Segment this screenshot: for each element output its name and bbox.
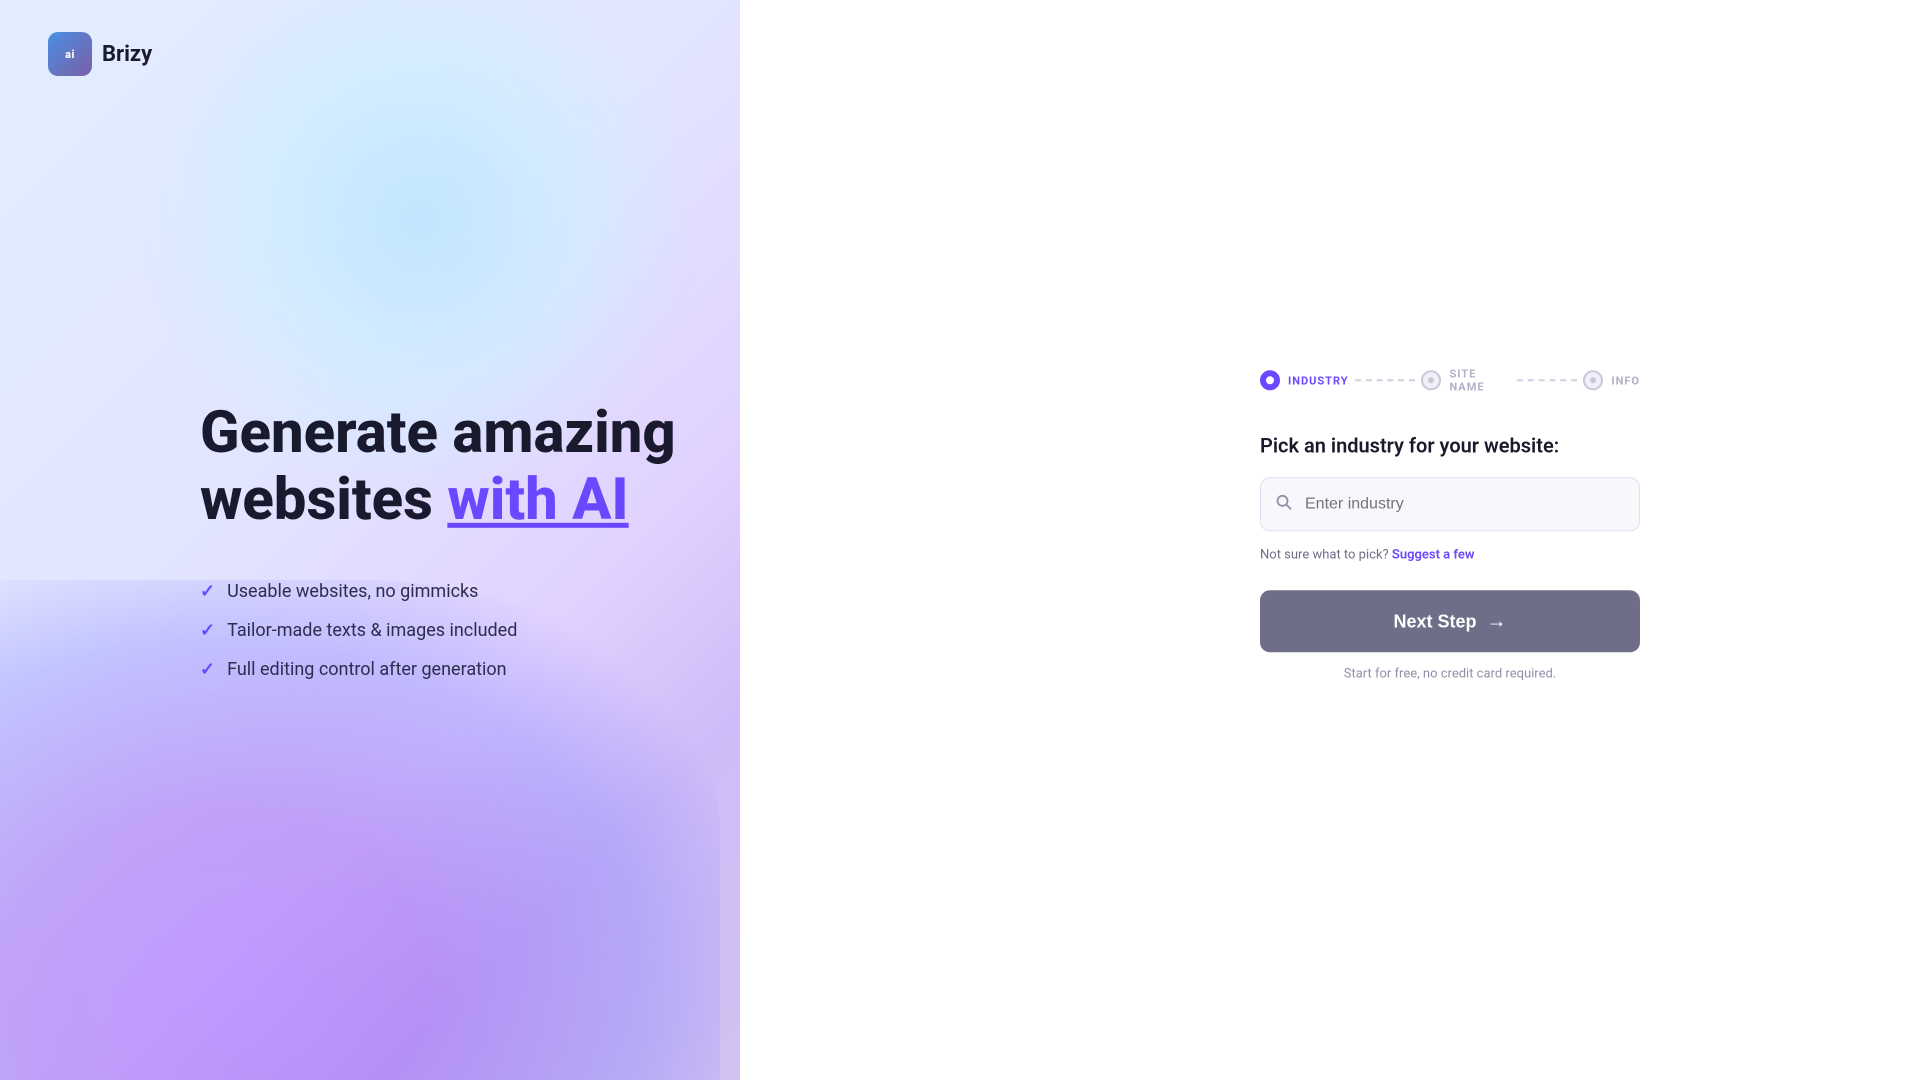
logo-name: Brizy <box>102 42 152 67</box>
step-circle-info <box>1583 370 1603 390</box>
check-icon-3: ✓ <box>200 659 215 680</box>
arrow-icon: → <box>1487 610 1507 633</box>
industry-input-wrapper <box>1260 477 1640 531</box>
free-text: Start for free, no credit card required. <box>1260 666 1640 681</box>
check-icon-1: ✓ <box>200 581 215 602</box>
feature-text-1: Useable websites, no gimmicks <box>227 581 478 602</box>
search-icon <box>1276 494 1292 514</box>
suggest-text: Not sure what to pick? Suggest a few <box>1260 547 1640 562</box>
logo-ai-text: ai <box>65 48 75 61</box>
headline-accent: with AI <box>447 466 628 534</box>
headline: Generate amazing websites with AI <box>200 400 676 533</box>
step-label-sitename: SITE NAME <box>1449 367 1510 393</box>
check-icon-2: ✓ <box>200 620 215 641</box>
step-label-industry: INDUSTRY <box>1288 374 1349 387</box>
step-divider-2 <box>1517 379 1578 381</box>
step-industry: INDUSTRY <box>1260 370 1349 390</box>
step-sitename: SITE NAME <box>1421 367 1510 393</box>
logo-icon: ai <box>48 32 92 76</box>
feature-item-3: ✓ Full editing control after generation <box>200 659 676 680</box>
step-indicator: INDUSTRY SITE NAME INFO <box>1260 367 1640 393</box>
step-circle-sitename <box>1421 370 1441 390</box>
headline-part2: websites <box>200 466 447 534</box>
headline-part1: Generate amazing <box>200 399 676 467</box>
feature-item-2: ✓ Tailor-made texts & images included <box>200 620 676 641</box>
suggest-link[interactable]: Suggest a few <box>1392 547 1475 562</box>
features-list: ✓ Useable websites, no gimmicks ✓ Tailor… <box>200 581 676 680</box>
logo: ai Brizy <box>48 32 152 76</box>
step-circle-industry <box>1260 370 1280 390</box>
step-label-info: INFO <box>1611 374 1640 387</box>
step-info: INFO <box>1583 370 1640 390</box>
suggest-prefix: Not sure what to pick? <box>1260 547 1392 562</box>
feature-text-3: Full editing control after generation <box>227 659 507 680</box>
feature-text-2: Tailor-made texts & images included <box>227 620 517 641</box>
next-step-label: Next Step <box>1393 611 1476 632</box>
hero-section: Generate amazing websites with AI ✓ Usea… <box>200 400 676 680</box>
step-divider-1 <box>1355 379 1416 381</box>
form-title: Pick an industry for your website: <box>1260 433 1640 457</box>
header: ai Brizy <box>0 0 1920 108</box>
next-step-button[interactable]: Next Step → <box>1260 590 1640 652</box>
feature-item-1: ✓ Useable websites, no gimmicks <box>200 581 676 602</box>
industry-input[interactable] <box>1260 477 1640 531</box>
form-panel: INDUSTRY SITE NAME INFO Pick an industry… <box>1260 367 1640 681</box>
